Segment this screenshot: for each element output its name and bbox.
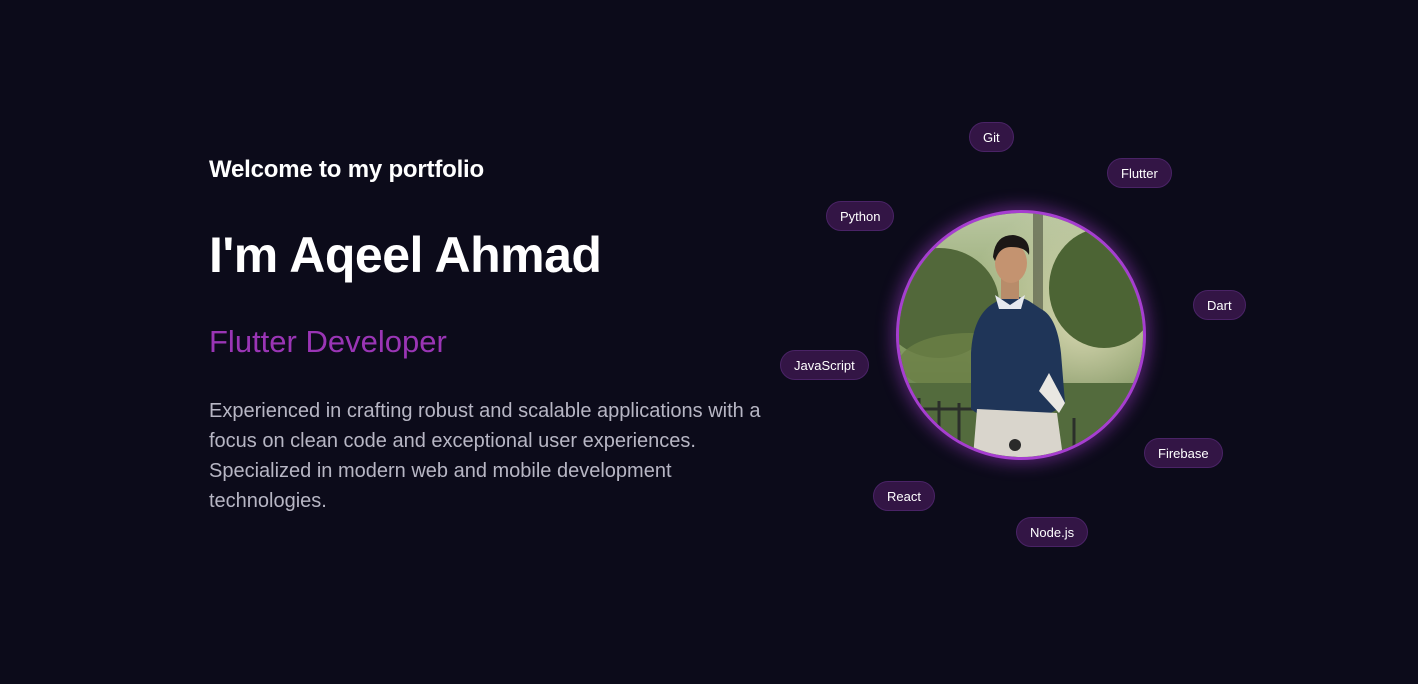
profile-photo-image [899, 213, 1143, 457]
skill-chip-python: Python [826, 201, 895, 231]
name-heading: I'm Aqeel Ahmad [209, 227, 602, 283]
welcome-heading: Welcome to my portfolio [209, 156, 484, 183]
skill-chip-react: React [873, 481, 935, 511]
bio-text: Experienced in crafting robust and scala… [209, 400, 761, 512]
skill-chip-javascript: JavaScript [780, 350, 869, 380]
skill-chip-nodejs: Node.js [1016, 517, 1089, 547]
profile-photo [896, 210, 1146, 460]
skill-chip-git: Git [969, 122, 1014, 152]
skill-chip-flutter: Flutter [1107, 158, 1172, 188]
role-title: Flutter Developer [209, 324, 447, 359]
hero-section: Welcome to my portfolio I'm Aqeel Ahmad … [0, 0, 1418, 684]
skill-chip-dart: Dart [1193, 290, 1246, 320]
skill-chip-firebase: Firebase [1144, 438, 1223, 468]
